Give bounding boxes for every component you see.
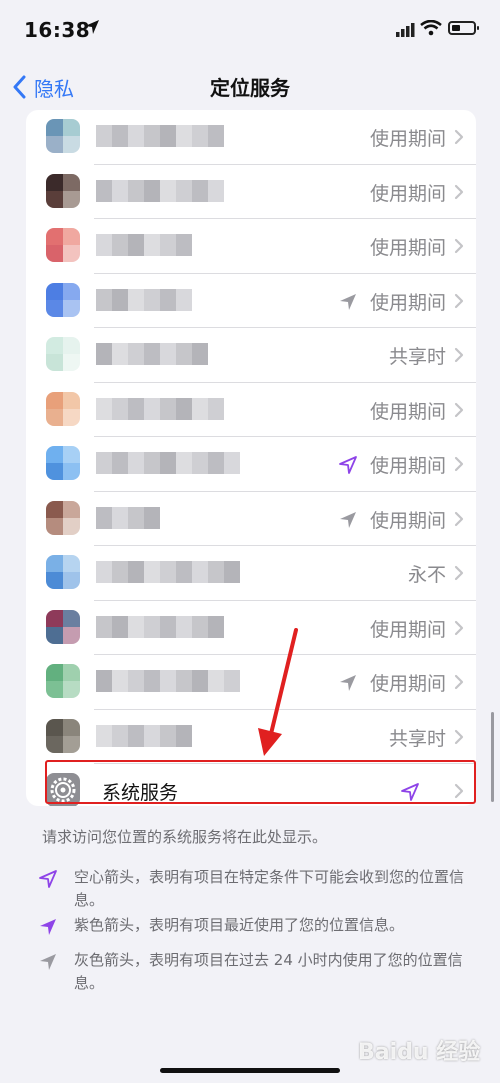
location-permission-value: 使用期间 bbox=[369, 509, 446, 532]
gray-arrow-icon bbox=[38, 952, 58, 976]
footer-note: 请求访问您位置的系统服务将在此处显示。 bbox=[42, 828, 328, 846]
location-permission-value: 共享时 bbox=[388, 346, 446, 368]
app-name-pixelated bbox=[96, 506, 160, 529]
status-time: 16:38 bbox=[24, 18, 91, 42]
chevron-right-icon bbox=[454, 402, 464, 422]
chevron-right-icon bbox=[454, 456, 464, 476]
gray-arrow-icon bbox=[338, 292, 358, 316]
app-name-pixelated bbox=[96, 452, 240, 474]
chevron-right-icon bbox=[454, 565, 464, 585]
annotation-highlight-box bbox=[45, 760, 476, 804]
app-name-pixelated bbox=[96, 125, 224, 147]
purple-hollow-arrow-icon bbox=[338, 455, 358, 479]
app-row[interactable]: 使用期间 bbox=[26, 219, 476, 274]
location-permission-value: 使用期间 bbox=[369, 455, 446, 477]
chevron-right-icon bbox=[454, 184, 464, 204]
app-icon bbox=[46, 446, 80, 480]
app-name-pixelated bbox=[96, 397, 224, 420]
app-row[interactable]: 使用期间 bbox=[26, 383, 476, 437]
watermark-logo: Baidu 经验 bbox=[358, 1040, 481, 1065]
chevron-right-icon bbox=[454, 347, 464, 367]
app-name-pixelated bbox=[96, 288, 192, 311]
app-icon bbox=[46, 609, 80, 644]
app-icon bbox=[46, 555, 80, 589]
app-row[interactable]: 使用期间 bbox=[26, 110, 476, 165]
chevron-right-icon bbox=[454, 620, 464, 640]
chevron-right-icon bbox=[454, 511, 464, 531]
chevron-right-icon bbox=[454, 674, 464, 694]
scrollbar[interactable] bbox=[491, 712, 494, 802]
app-name-pixelated bbox=[96, 343, 208, 365]
location-permission-value: 使用期间 bbox=[369, 618, 446, 641]
app-row[interactable]: 使用期间 bbox=[26, 437, 476, 492]
app-name-pixelated bbox=[96, 670, 240, 692]
app-icon bbox=[46, 664, 80, 698]
app-name-pixelated bbox=[96, 615, 224, 638]
location-permission-value: 使用期间 bbox=[369, 182, 446, 205]
location-permission-value: 使用期间 bbox=[369, 291, 446, 314]
status-bar: 16:38 bbox=[0, 0, 500, 62]
location-permission-value: 共享时 bbox=[388, 727, 446, 750]
navigation-bar: 隐私 定位服务 bbox=[0, 62, 500, 112]
app-row[interactable]: 永不 bbox=[26, 546, 476, 601]
gray-arrow-icon bbox=[338, 673, 358, 697]
chevron-right-icon bbox=[454, 729, 464, 749]
chevron-right-icon bbox=[454, 238, 464, 258]
app-name-pixelated bbox=[96, 561, 240, 583]
location-permission-value: 使用期间 bbox=[369, 128, 446, 150]
battery-icon bbox=[448, 21, 479, 35]
legend-text: 灰色箭头，表明有项目在过去 24 小时内使用了您的位置信息。 bbox=[74, 951, 463, 992]
location-permission-value: 使用期间 bbox=[369, 400, 446, 423]
cellular-signal-icon bbox=[396, 22, 416, 41]
app-icon bbox=[46, 718, 80, 753]
app-icon bbox=[46, 119, 80, 153]
app-row[interactable]: 使用期间 bbox=[26, 274, 476, 328]
app-row[interactable]: 使用期间 bbox=[26, 492, 476, 546]
gray-arrow-icon bbox=[338, 510, 358, 534]
location-permission-value: 永不 bbox=[407, 564, 446, 586]
chevron-right-icon bbox=[454, 293, 464, 313]
legend-text: 紫色箭头，表明有项目最近使用了您的位置信息。 bbox=[74, 916, 405, 934]
wifi-icon bbox=[420, 19, 442, 40]
app-icon bbox=[46, 500, 80, 535]
app-row[interactable]: 共享时 bbox=[26, 328, 476, 383]
location-permission-value: 使用期间 bbox=[369, 673, 446, 695]
app-icon bbox=[46, 228, 80, 262]
app-name-pixelated bbox=[96, 234, 192, 256]
app-icon bbox=[46, 391, 80, 426]
hollow-arrow-icon bbox=[38, 869, 58, 893]
app-icon bbox=[46, 337, 80, 371]
purple-arrow-icon bbox=[38, 917, 58, 941]
app-icon bbox=[46, 282, 80, 317]
legend-text: 空心箭头，表明有项目在特定条件下可能会收到您的位置信息。 bbox=[74, 868, 465, 909]
app-name-pixelated bbox=[96, 179, 224, 202]
home-indicator[interactable] bbox=[160, 1068, 340, 1073]
chevron-right-icon bbox=[454, 129, 464, 149]
location-active-icon bbox=[84, 19, 100, 39]
app-row[interactable]: 使用期间 bbox=[26, 165, 476, 219]
annotation-pointer-arrow bbox=[258, 628, 298, 756]
location-permission-value: 使用期间 bbox=[369, 237, 446, 259]
app-name-pixelated bbox=[96, 724, 192, 747]
app-icon bbox=[46, 173, 80, 208]
page-title: 定位服务 bbox=[210, 76, 290, 100]
